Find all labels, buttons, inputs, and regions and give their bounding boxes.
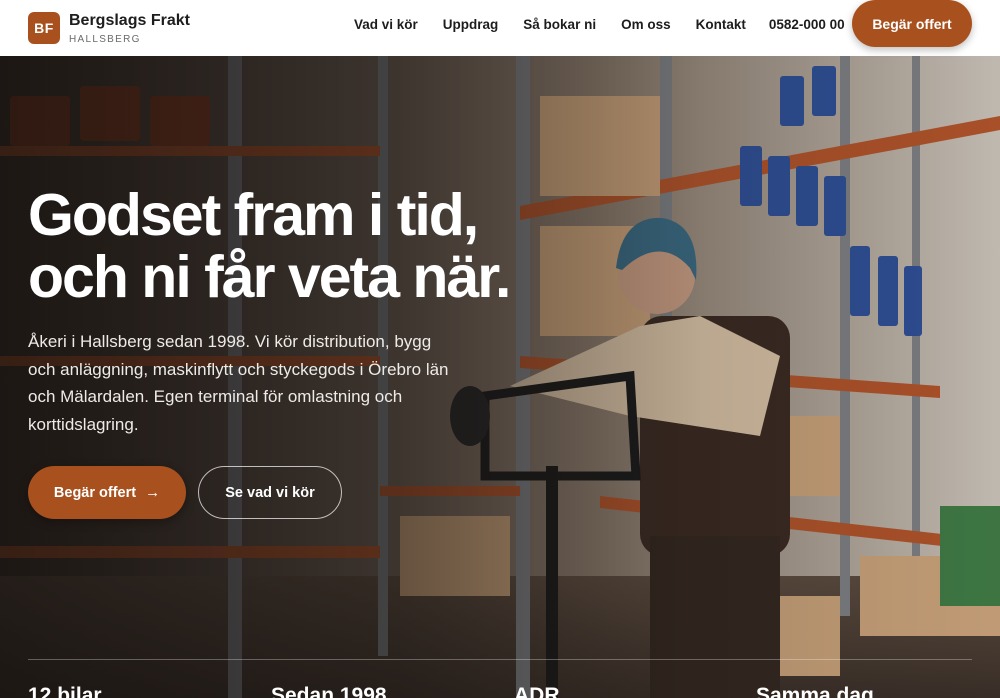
brand-name: Bergslags Frakt	[69, 12, 190, 29]
nav-item-sa-bokar-ni[interactable]: Så bokar ni	[523, 17, 596, 32]
stats-row: 12 bilar Sedan 1998 ADR Samma dag	[28, 684, 972, 698]
hero-title: Godset fram i tid, och ni får veta när.	[28, 184, 548, 308]
arrow-right-icon: →	[145, 484, 161, 501]
hero-services-button[interactable]: Se vad vi kör	[198, 466, 342, 519]
hero-title-line-2: och ni får veta när.	[28, 244, 511, 310]
hero-section: Godset fram i tid, och ni får veta när. …	[0, 56, 1000, 698]
brand[interactable]: Bergslags Frakt HALLSBERG	[69, 11, 190, 45]
stat-adr: ADR	[514, 684, 560, 698]
hero-title-line-1: Godset fram i tid,	[28, 182, 479, 248]
nav-item-vad-vi-kor[interactable]: Vad vi kör	[354, 17, 418, 32]
brand-location: HALLSBERG	[69, 34, 141, 45]
stat-same-day: Samma dag	[756, 684, 874, 698]
stats-divider	[28, 659, 972, 660]
nav-item-uppdrag[interactable]: Uppdrag	[443, 17, 499, 32]
header-offer-button[interactable]: Begär offert	[852, 0, 972, 47]
main-nav: Vad vi kör Uppdrag Så bokar ni Om oss Ko…	[354, 0, 845, 48]
logo-mark[interactable]: BF	[28, 12, 60, 44]
nav-item-kontakt[interactable]: Kontakt	[696, 17, 746, 32]
nav-item-om-oss[interactable]: Om oss	[621, 17, 671, 32]
hero-description: Åkeri i Hallsberg sedan 1998. Vi kör dis…	[28, 332, 449, 434]
site-header: BF Bergslags Frakt HALLSBERG Vad vi kör …	[0, 0, 1000, 56]
phone-link[interactable]: 0582-000 00	[769, 17, 845, 32]
hero-offer-button[interactable]: Begär offert →	[28, 466, 186, 519]
hero-offer-button-label: Begär offert	[53, 484, 137, 501]
stat-since: Sedan 1998	[271, 684, 387, 698]
stat-fleet: 12 bilar	[28, 684, 102, 698]
